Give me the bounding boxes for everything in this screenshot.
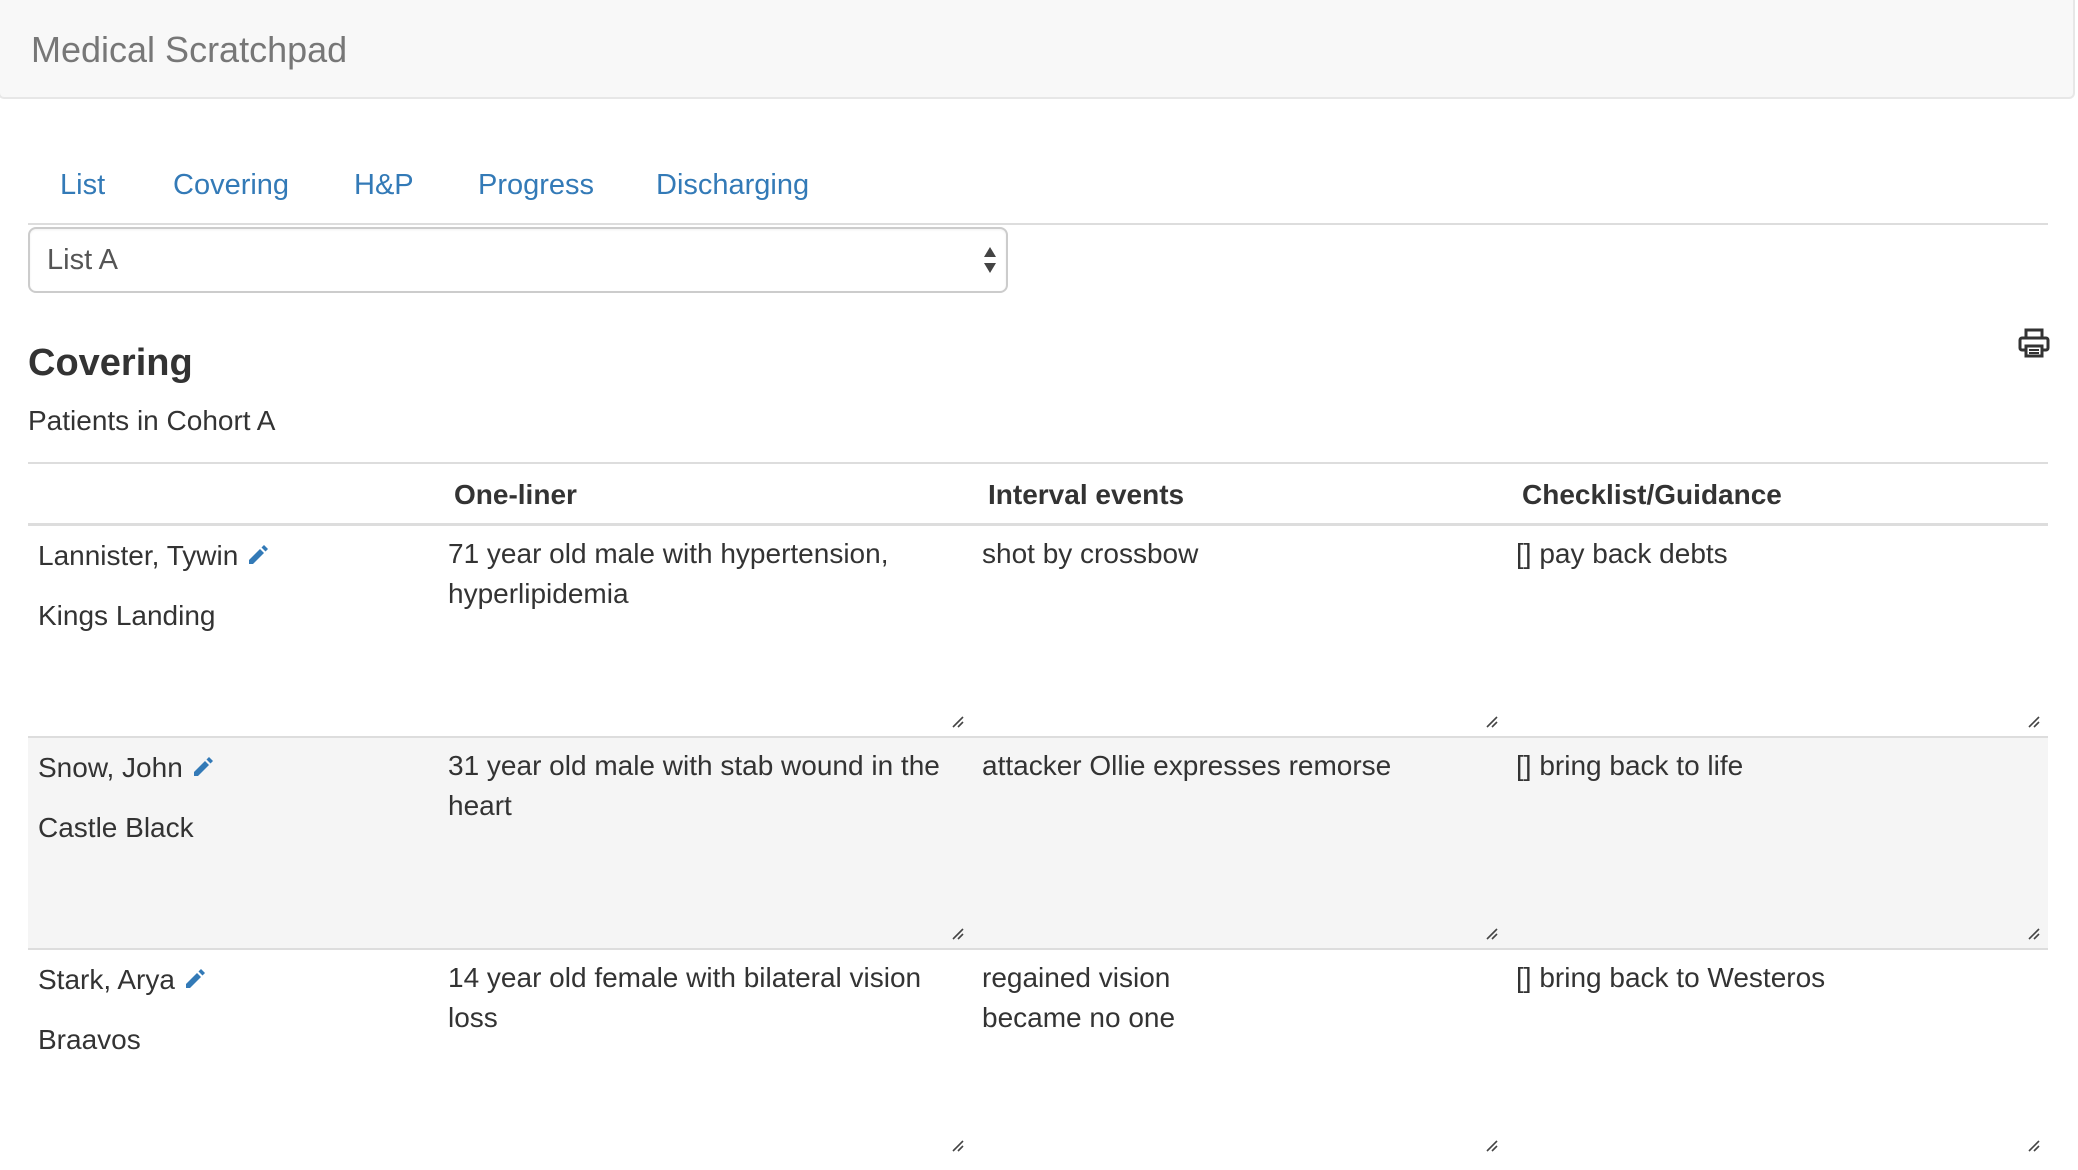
patient-location: Kings Landing: [38, 600, 216, 631]
interval-events-field[interactable]: attacker Ollie expresses remorse: [972, 738, 1506, 948]
resize-grip-icon[interactable]: [1482, 924, 1498, 940]
resize-grip-icon[interactable]: [2024, 1136, 2040, 1152]
patient-location: Braavos: [38, 1024, 141, 1055]
tab-list[interactable]: List: [60, 155, 105, 215]
print-icon[interactable]: [2018, 328, 2050, 358]
patient-name: Snow, John: [38, 752, 183, 783]
list-select-value: List A: [47, 244, 118, 276]
app-title[interactable]: Medical Scratchpad: [31, 28, 347, 72]
resize-grip-icon[interactable]: [1482, 1136, 1498, 1152]
resize-grip-icon[interactable]: [1482, 712, 1498, 728]
pencil-icon[interactable]: [191, 755, 215, 779]
patient-cell: Stark, Arya Braavos: [38, 962, 438, 1058]
tab-covering[interactable]: Covering: [173, 155, 289, 215]
header-one-liner: One-liner: [454, 479, 577, 510]
pencil-icon[interactable]: [183, 967, 207, 991]
patient-cell: Lannister, Tywin Kings Landing: [38, 538, 438, 634]
cohort-subtitle: Patients in Cohort A: [28, 405, 276, 436]
table-row: Lannister, Tywin Kings Landing 71 year o…: [28, 526, 2048, 738]
sort-arrows-icon: [984, 247, 996, 273]
resize-grip-icon[interactable]: [948, 1136, 964, 1152]
page-title: Covering: [28, 342, 193, 384]
tab-bar: List Covering H&P Progress Discharging: [28, 155, 2048, 225]
one-liner-field[interactable]: 14 year old female with bilateral vision…: [438, 950, 972, 1160]
one-liner-field[interactable]: 71 year old male with hypertension, hype…: [438, 526, 972, 736]
pencil-icon[interactable]: [246, 543, 270, 567]
list-select[interactable]: List A: [28, 227, 1008, 293]
interval-events-field[interactable]: shot by crossbow: [972, 526, 1506, 736]
resize-grip-icon[interactable]: [948, 712, 964, 728]
checklist-field[interactable]: [] bring back to Westeros: [1506, 950, 2048, 1160]
resize-grip-icon[interactable]: [2024, 712, 2040, 728]
patient-name: Lannister, Tywin: [38, 540, 239, 571]
interval-events-field[interactable]: regained vision became no one: [972, 950, 1506, 1160]
patient-cell: Snow, John Castle Black: [38, 750, 438, 846]
patient-location: Castle Black: [38, 812, 194, 843]
navbar: Medical Scratchpad: [0, 0, 2075, 99]
one-liner-field[interactable]: 31 year old male with stab wound in the …: [438, 738, 972, 948]
tab-discharging[interactable]: Discharging: [656, 155, 809, 215]
resize-grip-icon[interactable]: [948, 924, 964, 940]
table-row: Stark, Arya Braavos 14 year old female w…: [28, 950, 2048, 1162]
table-row: Snow, John Castle Black 31 year old male…: [28, 738, 2048, 950]
checklist-field[interactable]: [] pay back debts: [1506, 526, 2048, 736]
patient-table: One-liner Interval events Checklist/Guid…: [28, 462, 2048, 1162]
table-header: One-liner Interval events Checklist/Guid…: [28, 464, 2048, 526]
checklist-field[interactable]: [] bring back to life: [1506, 738, 2048, 948]
header-checklist: Checklist/Guidance: [1522, 479, 1782, 510]
tab-progress[interactable]: Progress: [478, 155, 594, 215]
resize-grip-icon[interactable]: [2024, 924, 2040, 940]
patient-name: Stark, Arya: [38, 964, 175, 995]
header-interval-events: Interval events: [988, 479, 1185, 510]
tab-h-and-p[interactable]: H&P: [354, 155, 414, 215]
